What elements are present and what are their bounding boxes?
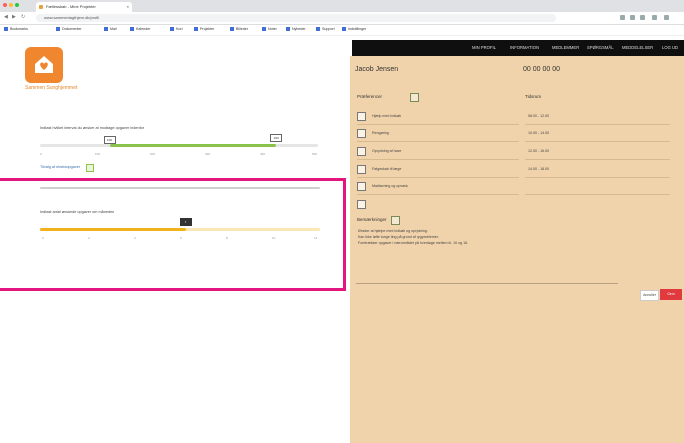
bookmark-item[interactable]: Noter <box>262 27 277 32</box>
bookmark-item[interactable]: Indstillinger <box>342 27 366 32</box>
add-preference-checkbox[interactable] <box>357 200 366 209</box>
row-divider <box>357 124 519 125</box>
extension-icon[interactable] <box>630 15 635 20</box>
tab-close-icon[interactable]: × <box>127 2 129 12</box>
interval-tick: 100 <box>95 152 101 156</box>
logo-text: Sammen Sunghjemmet <box>25 85 78 91</box>
close-window-icon[interactable] <box>3 3 7 7</box>
note-line: Ønsker at hjælpe med indkøb og oprydning… <box>358 229 428 233</box>
back-icon[interactable]: ◀ <box>4 14 8 20</box>
address-bar-row: ◀ ▶ ↻ www.sammenlagthjem.dk/profil <box>0 12 684 25</box>
row-divider <box>357 177 519 178</box>
time-item: 14.00 - 18.00 <box>528 167 550 171</box>
row-divider <box>357 159 519 160</box>
nav-item-messages[interactable]: MEDDELELSER <box>622 45 653 50</box>
note-line: Foretrækker opgaver i nærområdet på hver… <box>358 241 469 245</box>
preference-item: Rengøring <box>372 131 389 135</box>
bookmark-item[interactable]: Mail <box>104 27 117 32</box>
preference-checkbox[interactable] <box>357 182 366 191</box>
preference-checkbox[interactable] <box>357 147 366 156</box>
cancel-button[interactable]: Annuller <box>640 290 659 301</box>
logo-badge <box>25 47 63 83</box>
bookmark-item[interactable]: Nyheder <box>286 27 306 32</box>
row-divider <box>357 141 519 142</box>
interval-tick: 0 <box>40 152 42 156</box>
menu-icon[interactable] <box>664 15 669 20</box>
maximize-window-icon[interactable] <box>15 3 19 7</box>
row-divider <box>525 177 670 178</box>
notes-input-underline[interactable] <box>356 283 618 284</box>
browser-tab[interactable]: Fællesskab - Mine Projekter × <box>36 2 132 12</box>
preference-item: Følgeskab til læge <box>372 167 402 171</box>
interval-tick: 300 <box>205 152 211 156</box>
url-input[interactable]: www.sammenlagthjem.dk/profil <box>36 14 556 22</box>
interval-label: Indtast hvilket interval du ønsker at mo… <box>40 126 145 130</box>
tab-bar: Fællesskab - Mine Projekter × <box>0 0 684 12</box>
interval-slider-range <box>109 144 277 147</box>
minimize-window-icon[interactable] <box>9 3 13 7</box>
preference-checkbox[interactable] <box>357 129 366 138</box>
nav-item-profile[interactable]: MIN PROFIL <box>472 45 496 50</box>
interval-tick: 400 <box>260 152 266 156</box>
notes-title: Bemærkninger <box>357 217 387 222</box>
user-phone: 00 00 00 00 <box>523 66 560 73</box>
nav-item-questions[interactable]: SPØRGSMÅL <box>587 45 614 50</box>
row-divider <box>525 124 670 125</box>
row-divider <box>525 141 670 142</box>
highlight-frame <box>0 178 346 291</box>
bookmarks-bar: Bookmarks Dokumenter Mail Kalender Kort … <box>0 25 684 36</box>
preferences-edit-icon[interactable] <box>410 93 419 102</box>
preferences-title: Præferencer <box>357 94 383 99</box>
bookmark-item[interactable]: Billeder <box>230 27 248 32</box>
interval-slider-high-handle[interactable]: 400 <box>270 134 283 142</box>
save-button[interactable]: Gem <box>660 289 682 300</box>
interval-tick: 500 <box>312 152 318 156</box>
bookmark-item[interactable]: Kalender <box>130 27 150 32</box>
row-divider <box>357 194 519 195</box>
interval-slider-low-handle[interactable]: 100 <box>103 136 116 144</box>
note-line: Kan ikke løfte tunge ting på grund af ry… <box>358 235 439 239</box>
preference-checkbox[interactable] <box>357 165 366 174</box>
preference-item: Hjælp med indkøb <box>372 114 402 118</box>
bookmark-item[interactable]: Dokumenter <box>56 27 82 32</box>
interval-tick: 200 <box>150 152 156 156</box>
logo[interactable]: Sammen Sunghjemmet <box>25 47 77 95</box>
preference-item: Oprydning af have <box>372 149 402 153</box>
preference-item: Madlavning og opvask <box>372 184 408 188</box>
user-name: Jacob Jensen <box>355 66 399 73</box>
extension-icon[interactable] <box>640 15 645 20</box>
forward-icon[interactable]: ▶ <box>12 14 16 20</box>
top-navigation: MIN PROFIL INFORMATION MEDLEMMER SPØRGSM… <box>352 40 684 56</box>
time-title: Tidsrum <box>525 94 542 99</box>
nav-item-members[interactable]: MEDLEMMER <box>552 45 579 50</box>
reload-icon[interactable]: ↻ <box>21 14 25 20</box>
preference-checkbox[interactable] <box>357 112 366 121</box>
notes-edit-icon[interactable] <box>391 216 400 225</box>
bookmark-item[interactable]: Support <box>316 27 335 32</box>
row-divider <box>525 159 670 160</box>
bookmark-item[interactable]: Projekter <box>194 27 214 32</box>
time-item: 12.00 - 16.00 <box>528 149 550 153</box>
extra-tasks-label: Tilvalg af ekstraopgaver <box>40 165 81 169</box>
extension-icon[interactable] <box>620 15 625 20</box>
bookmark-item[interactable]: Kort <box>170 27 183 32</box>
nav-item-information[interactable]: INFORMATION <box>510 45 539 50</box>
favicon-icon <box>39 5 43 9</box>
browser-window: Fællesskab - Mine Projekter × ◀ ▶ ↻ www.… <box>0 0 684 443</box>
extra-tasks-checkbox[interactable] <box>86 164 94 172</box>
time-item: 10.00 - 14.00 <box>528 131 550 135</box>
tab-title: Fællesskab - Mine Projekter <box>46 4 96 9</box>
row-divider <box>525 194 670 195</box>
nav-item-logout[interactable]: LOG UD <box>662 45 678 50</box>
house-heart-icon <box>35 56 53 73</box>
bookmark-item[interactable]: Bookmarks <box>4 27 28 32</box>
profile-icon[interactable] <box>652 15 657 20</box>
time-item: 08.00 - 12.00 <box>528 114 550 118</box>
